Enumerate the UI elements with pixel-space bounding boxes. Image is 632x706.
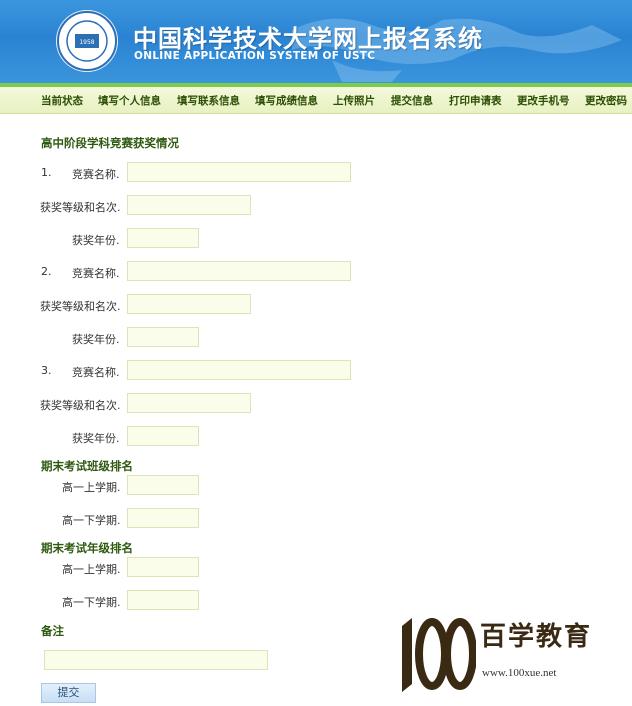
grade-rank-term1-label: 高一上学期. [62,563,121,576]
entry-1-year-label: 获奖年份. [72,234,120,247]
watermark-url: www.100xue.net [482,667,557,679]
entry-3-level-input[interactable] [127,393,251,413]
nav-contact-info[interactable]: 填写联系信息 [177,93,240,108]
competition-section-title: 高中阶段学科竞赛获奖情况 [41,136,179,150]
main-nav: 当前状态 填写个人信息 填写联系信息 填写成绩信息 上传照片 提交信息 打印申请… [0,87,632,114]
entry-3-year-input[interactable] [127,426,199,446]
entry-3-name-input[interactable] [127,360,351,380]
entry-2-name-label: 竞赛名称. [72,267,120,280]
entry-3-year-label: 获奖年份. [72,432,120,445]
header-banner: 1958 中国科学技术大学网上报名系统 ONLINE APPLICATION S… [0,0,632,83]
class-rank-term1-input[interactable] [127,475,199,495]
watermark-brand: 百学教育 [480,622,593,652]
class-rank-section-title: 期末考试班级排名 [41,459,133,473]
nav-current-status[interactable]: 当前状态 [41,93,83,108]
notes-input[interactable] [44,650,268,670]
entry-2-level-input[interactable] [127,294,251,314]
emblem-year: 1958 [79,39,94,46]
nav-change-password[interactable]: 更改密码 [585,93,627,108]
entry-1-level-label: 获奖等级和名次. [40,201,121,214]
entry-2-name-input[interactable] [127,261,351,281]
entry-1-number: 1. [41,166,52,179]
class-rank-term2-input[interactable] [127,508,199,528]
entry-2-year-input[interactable] [127,327,199,347]
grade-rank-term2-label: 高一下学期. [62,596,121,609]
entry-3-level-label: 获奖等级和名次. [40,399,121,412]
system-title: 中国科学技术大学网上报名系统 [133,25,483,53]
nav-submit-info[interactable]: 提交信息 [391,93,433,108]
entry-3-name-label: 竞赛名称. [72,366,120,379]
grade-rank-section-title: 期末考试年级排名 [41,541,133,555]
nav-change-phone[interactable]: 更改手机号 [517,93,570,108]
entry-1-level-input[interactable] [127,195,251,215]
nav-personal-info[interactable]: 填写个人信息 [98,93,161,108]
entry-2-year-label: 获奖年份. [72,333,120,346]
submit-button[interactable]: 提交 [41,683,96,703]
entry-2-level-label: 获奖等级和名次. [40,300,121,313]
system-subtitle: ONLINE APPLICATION SYSTEM OF USTC [134,50,376,62]
class-rank-term2-label: 高一下学期. [62,514,121,527]
entry-1-name-label: 竞赛名称. [72,168,120,181]
notes-section-title: 备注 [41,624,64,638]
ustc-emblem: 1958 [56,10,118,72]
grade-rank-term2-input[interactable] [127,590,199,610]
entry-1-year-input[interactable] [127,228,199,248]
nav-print-form[interactable]: 打印申请表 [449,93,502,108]
entry-2-number: 2. [41,265,52,278]
watermark-100-logo: 100 [402,618,476,693]
entry-1-name-input[interactable] [127,162,351,182]
watermark-number: 100 [434,691,436,693]
entry-3-number: 3. [41,364,52,377]
nav-upload-photo[interactable]: 上传照片 [333,93,375,108]
nav-score-info[interactable]: 填写成绩信息 [255,93,318,108]
grade-rank-term1-input[interactable] [127,557,199,577]
class-rank-term1-label: 高一上学期. [62,481,121,494]
